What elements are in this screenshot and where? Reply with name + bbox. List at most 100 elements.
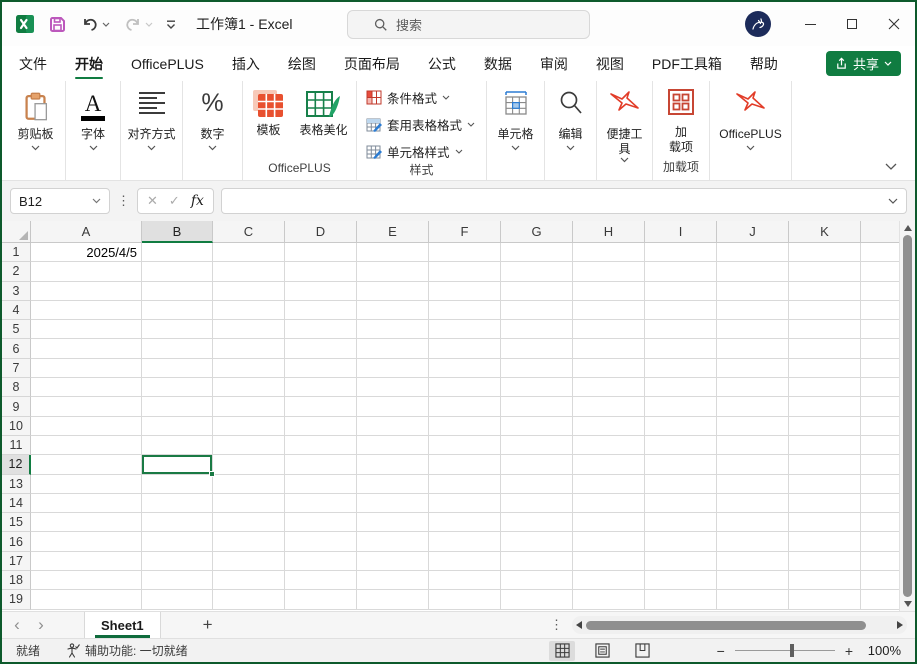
column-header-D[interactable]: D <box>285 221 357 243</box>
cell-G14[interactable] <box>501 494 573 513</box>
cell-K12[interactable] <box>789 455 861 474</box>
scroll-left-arrow-icon[interactable] <box>576 621 582 629</box>
cell-E8[interactable] <box>357 378 429 397</box>
tab-data[interactable]: 数据 <box>484 46 512 81</box>
cell-B11[interactable] <box>142 436 213 455</box>
cell-H4[interactable] <box>573 301 645 320</box>
cell-C12[interactable] <box>213 455 285 474</box>
cell-J11[interactable] <box>717 436 789 455</box>
cell-H2[interactable] <box>573 262 645 281</box>
cell-B7[interactable] <box>142 359 213 378</box>
accessibility-status[interactable]: 辅助功能: 一切就绪 <box>66 642 188 659</box>
tab-page-layout[interactable]: 页面布局 <box>344 46 400 81</box>
tab-officeplus[interactable]: OfficePLUS <box>131 46 204 81</box>
conditional-formatting-button[interactable]: 条件格式 <box>366 88 450 107</box>
cell-D4[interactable] <box>285 301 357 320</box>
cell-E6[interactable] <box>357 339 429 358</box>
cell-J3[interactable] <box>717 282 789 301</box>
cell-F16[interactable] <box>429 532 501 551</box>
cell-A3[interactable] <box>31 282 142 301</box>
cell-C6[interactable] <box>213 339 285 358</box>
cell-I16[interactable] <box>645 532 717 551</box>
cell-D7[interactable] <box>285 359 357 378</box>
zoom-in-button[interactable]: + <box>845 643 853 659</box>
cell-B10[interactable] <box>142 417 213 436</box>
cell-D8[interactable] <box>285 378 357 397</box>
cell-C14[interactable] <box>213 494 285 513</box>
formula-input[interactable] <box>230 194 888 209</box>
cell-J7[interactable] <box>717 359 789 378</box>
cell-G9[interactable] <box>501 397 573 416</box>
cell-I4[interactable] <box>645 301 717 320</box>
number-button[interactable]: % 数字 <box>183 81 242 180</box>
cell-J1[interactable] <box>717 243 789 262</box>
cell-C16[interactable] <box>213 532 285 551</box>
cell-H15[interactable] <box>573 513 645 532</box>
cell-B5[interactable] <box>142 320 213 339</box>
cell-B2[interactable] <box>142 262 213 281</box>
next-sheet-button[interactable]: › <box>26 615 56 635</box>
cell-K14[interactable] <box>789 494 861 513</box>
cell-H11[interactable] <box>573 436 645 455</box>
cell-A19[interactable] <box>31 590 142 609</box>
cell-B18[interactable] <box>142 571 213 590</box>
collapse-ribbon-chevron-icon[interactable] <box>885 163 897 170</box>
row-header-3[interactable]: 3 <box>2 282 31 301</box>
cell-K16[interactable] <box>789 532 861 551</box>
cell-H18[interactable] <box>573 571 645 590</box>
page-layout-view-button[interactable] <box>589 641 615 661</box>
cell-K8[interactable] <box>789 378 861 397</box>
cell-H10[interactable] <box>573 417 645 436</box>
cell-D18[interactable] <box>285 571 357 590</box>
cell-E7[interactable] <box>357 359 429 378</box>
row-header-2[interactable]: 2 <box>2 262 31 281</box>
cell-A14[interactable] <box>31 494 142 513</box>
cell-D12[interactable] <box>285 455 357 474</box>
insert-function-button[interactable]: fx <box>191 193 204 209</box>
customize-qat-icon[interactable] <box>166 20 176 29</box>
cell-A13[interactable] <box>31 475 142 494</box>
cell-C5[interactable] <box>213 320 285 339</box>
cell-E17[interactable] <box>357 552 429 571</box>
cell-I12[interactable] <box>645 455 717 474</box>
cell-D16[interactable] <box>285 532 357 551</box>
cell-B13[interactable] <box>142 475 213 494</box>
cell-E16[interactable] <box>357 532 429 551</box>
row-header-14[interactable]: 14 <box>2 494 31 513</box>
horizontal-scroll-thumb[interactable] <box>586 621 866 630</box>
cell-G13[interactable] <box>501 475 573 494</box>
cell-A1[interactable]: 2025/4/5 <box>31 243 142 262</box>
cell-I11[interactable] <box>645 436 717 455</box>
row-header-5[interactable]: 5 <box>2 320 31 339</box>
cell-G11[interactable] <box>501 436 573 455</box>
cell-D11[interactable] <box>285 436 357 455</box>
cell-K10[interactable] <box>789 417 861 436</box>
tab-file[interactable]: 文件 <box>19 46 47 81</box>
column-header-F[interactable]: F <box>429 221 501 243</box>
cell-K3[interactable] <box>789 282 861 301</box>
addins-button[interactable]: 加 载项 <box>653 81 709 158</box>
cell-J17[interactable] <box>717 552 789 571</box>
zoom-out-button[interactable]: − <box>717 643 725 659</box>
share-button[interactable]: 共享 <box>826 51 901 76</box>
cell-styles-button[interactable]: 单元格样式 <box>366 142 463 161</box>
row-header-11[interactable]: 11 <box>2 436 31 455</box>
cell-B3[interactable] <box>142 282 213 301</box>
row-header-10[interactable]: 10 <box>2 417 31 436</box>
cell-G6[interactable] <box>501 339 573 358</box>
cell-B9[interactable] <box>142 397 213 416</box>
cell-I15[interactable] <box>645 513 717 532</box>
cell-G19[interactable] <box>501 590 573 609</box>
cell-A12[interactable] <box>31 455 142 474</box>
cell-F12[interactable] <box>429 455 501 474</box>
cell-C3[interactable] <box>213 282 285 301</box>
cell-K15[interactable] <box>789 513 861 532</box>
row-header-15[interactable]: 15 <box>2 513 31 532</box>
cell-F11[interactable] <box>429 436 501 455</box>
cell-B1[interactable] <box>142 243 213 262</box>
cell-F19[interactable] <box>429 590 501 609</box>
cell-E4[interactable] <box>357 301 429 320</box>
cell-G1[interactable] <box>501 243 573 262</box>
cell-F5[interactable] <box>429 320 501 339</box>
cell-J14[interactable] <box>717 494 789 513</box>
